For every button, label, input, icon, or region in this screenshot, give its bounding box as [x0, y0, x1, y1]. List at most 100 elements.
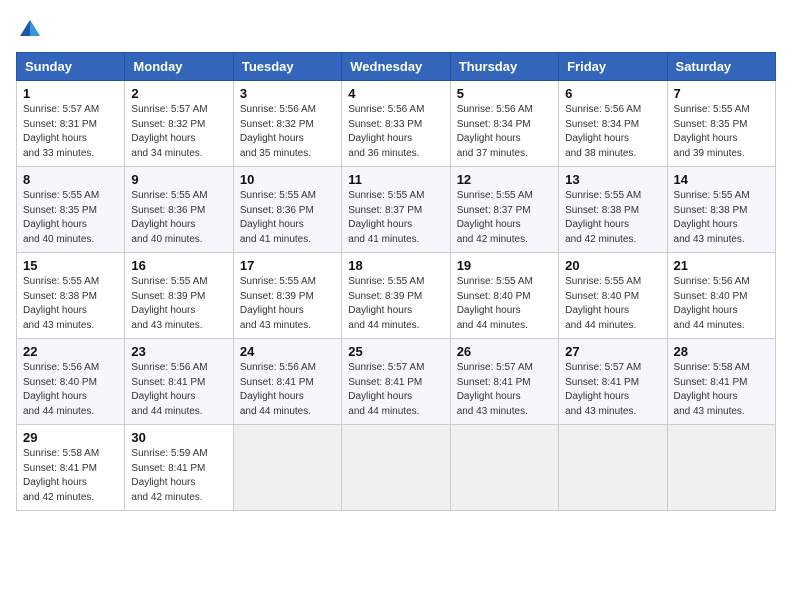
day-number: 28	[674, 344, 769, 359]
day-info: Sunrise: 5:55 AMSunset: 8:38 PMDaylight …	[565, 189, 660, 247]
calendar-day-cell: 14 Sunrise: 5:55 AMSunset: 8:38 PMDayligh…	[667, 167, 775, 253]
calendar-day-cell: 3Sunrise: 5:56 AMSunset: 8:32 PMDaylight…	[233, 81, 341, 167]
day-number: 13	[565, 172, 660, 187]
calendar-week-row: 1 Sunrise: 5:57 AMSunset: 8:31 PMDaylight…	[17, 81, 776, 167]
day-number: 9	[131, 172, 226, 187]
day-number: 19	[457, 258, 552, 273]
calendar-day-cell: 28 Sunrise: 5:58 AMSunset: 8:41 PMDayligh…	[667, 339, 775, 425]
calendar-day-cell: 27 Sunrise: 5:57 AMSunset: 8:41 PMDayligh…	[559, 339, 667, 425]
calendar-week-row: 8Sunrise: 5:55 AMSunset: 8:35 PMDaylight…	[17, 167, 776, 253]
day-number: 27	[565, 344, 660, 359]
calendar-day-cell: 7 Sunrise: 5:55 AMSunset: 8:35 PMDaylight…	[667, 81, 775, 167]
day-info: Sunrise: 5:55 AMSunset: 8:37 PMDaylight …	[348, 189, 443, 247]
day-number: 7	[674, 86, 769, 101]
day-info: Sunrise: 5:57 AMSunset: 8:41 PMDaylight …	[565, 361, 660, 419]
day-info: Sunrise: 5:55 AMSunset: 8:39 PMDaylight …	[240, 275, 335, 333]
calendar-week-row: 29 Sunrise: 5:58 AMSunset: 8:41 PMDayligh…	[17, 425, 776, 511]
day-info: Sunrise: 5:56 AMSunset: 8:34 PMDaylight …	[457, 103, 552, 161]
calendar-day-cell	[450, 425, 558, 511]
weekday-header: Tuesday	[233, 53, 341, 81]
calendar-day-cell: 15Sunrise: 5:55 AMSunset: 8:38 PMDayligh…	[17, 253, 125, 339]
day-info: Sunrise: 5:58 AMSunset: 8:41 PMDaylight …	[674, 361, 769, 419]
day-info: Sunrise: 5:57 AMSunset: 8:32 PMDaylight …	[131, 103, 226, 161]
day-info: Sunrise: 5:55 AMSunset: 8:40 PMDaylight …	[457, 275, 552, 333]
calendar-day-cell: 5 Sunrise: 5:56 AMSunset: 8:34 PMDaylight…	[450, 81, 558, 167]
day-number: 20	[565, 258, 660, 273]
calendar-week-row: 22 Sunrise: 5:56 AMSunset: 8:40 PMDayligh…	[17, 339, 776, 425]
day-info: Sunrise: 5:56 AMSunset: 8:40 PMDaylight …	[674, 275, 769, 333]
day-info: Sunrise: 5:55 AMSunset: 8:35 PMDaylight …	[674, 103, 769, 161]
day-number: 23	[131, 344, 226, 359]
day-info: Sunrise: 5:55 AMSunset: 8:37 PMDaylight …	[457, 189, 552, 247]
day-number: 15	[23, 258, 118, 273]
weekday-header: Thursday	[450, 53, 558, 81]
day-info: Sunrise: 5:56 AMSunset: 8:41 PMDaylight …	[131, 361, 226, 419]
day-number: 18	[348, 258, 443, 273]
day-info: Sunrise: 5:55 AMSunset: 8:36 PMDaylight …	[240, 189, 335, 247]
day-number: 25	[348, 344, 443, 359]
day-info: Sunrise: 5:58 AMSunset: 8:41 PMDaylight …	[23, 447, 118, 505]
calendar-day-cell: 24 Sunrise: 5:56 AMSunset: 8:41 PMDayligh…	[233, 339, 341, 425]
calendar-day-cell: 10Sunrise: 5:55 AMSunset: 8:36 PMDayligh…	[233, 167, 341, 253]
day-number: 4	[348, 86, 443, 101]
calendar-day-cell: 13 Sunrise: 5:55 AMSunset: 8:38 PMDayligh…	[559, 167, 667, 253]
calendar-day-cell: 30Sunrise: 5:59 AMSunset: 8:41 PMDayligh…	[125, 425, 233, 511]
day-number: 21	[674, 258, 769, 273]
day-number: 29	[23, 430, 118, 445]
calendar-day-cell: 6 Sunrise: 5:56 AMSunset: 8:34 PMDaylight…	[559, 81, 667, 167]
weekday-header: Sunday	[17, 53, 125, 81]
calendar-day-cell: 20 Sunrise: 5:55 AMSunset: 8:40 PMDayligh…	[559, 253, 667, 339]
day-number: 8	[23, 172, 118, 187]
calendar-day-cell: 11 Sunrise: 5:55 AMSunset: 8:37 PMDayligh…	[342, 167, 450, 253]
calendar-day-cell: 29 Sunrise: 5:58 AMSunset: 8:41 PMDayligh…	[17, 425, 125, 511]
calendar-day-cell: 16 Sunrise: 5:55 AMSunset: 8:39 PMDayligh…	[125, 253, 233, 339]
calendar-day-cell: 25 Sunrise: 5:57 AMSunset: 8:41 PMDayligh…	[342, 339, 450, 425]
day-number: 24	[240, 344, 335, 359]
calendar-day-cell: 12 Sunrise: 5:55 AMSunset: 8:37 PMDayligh…	[450, 167, 558, 253]
calendar-day-cell	[667, 425, 775, 511]
calendar-day-cell: 26 Sunrise: 5:57 AMSunset: 8:41 PMDayligh…	[450, 339, 558, 425]
day-number: 22	[23, 344, 118, 359]
weekday-header: Saturday	[667, 53, 775, 81]
weekday-header: Friday	[559, 53, 667, 81]
calendar-day-cell: 18 Sunrise: 5:55 AMSunset: 8:39 PMDayligh…	[342, 253, 450, 339]
calendar-day-cell: 23 Sunrise: 5:56 AMSunset: 8:41 PMDayligh…	[125, 339, 233, 425]
day-number: 1	[23, 86, 118, 101]
calendar-header-row: SundayMondayTuesdayWednesdayThursdayFrid…	[17, 53, 776, 81]
day-info: Sunrise: 5:56 AMSunset: 8:40 PMDaylight …	[23, 361, 118, 419]
day-info: Sunrise: 5:55 AMSunset: 8:39 PMDaylight …	[348, 275, 443, 333]
logo-icon	[16, 16, 44, 44]
day-info: Sunrise: 5:55 AMSunset: 8:39 PMDaylight …	[131, 275, 226, 333]
day-number: 16	[131, 258, 226, 273]
day-number: 11	[348, 172, 443, 187]
day-info: Sunrise: 5:57 AMSunset: 8:41 PMDaylight …	[348, 361, 443, 419]
calendar-week-row: 15Sunrise: 5:55 AMSunset: 8:38 PMDayligh…	[17, 253, 776, 339]
calendar-day-cell: 22 Sunrise: 5:56 AMSunset: 8:40 PMDayligh…	[17, 339, 125, 425]
day-info: Sunrise: 5:56 AMSunset: 8:41 PMDaylight …	[240, 361, 335, 419]
logo	[16, 16, 48, 44]
calendar-day-cell: 4 Sunrise: 5:56 AMSunset: 8:33 PMDaylight…	[342, 81, 450, 167]
day-info: Sunrise: 5:55 AMSunset: 8:38 PMDaylight …	[674, 189, 769, 247]
calendar-day-cell: 21 Sunrise: 5:56 AMSunset: 8:40 PMDayligh…	[667, 253, 775, 339]
calendar-day-cell: 19 Sunrise: 5:55 AMSunset: 8:40 PMDayligh…	[450, 253, 558, 339]
page-header	[16, 16, 776, 44]
day-info: Sunrise: 5:57 AMSunset: 8:41 PMDaylight …	[457, 361, 552, 419]
calendar-day-cell: 2 Sunrise: 5:57 AMSunset: 8:32 PMDaylight…	[125, 81, 233, 167]
day-number: 17	[240, 258, 335, 273]
day-number: 3	[240, 86, 335, 101]
calendar-day-cell	[559, 425, 667, 511]
day-number: 2	[131, 86, 226, 101]
calendar-day-cell	[233, 425, 341, 511]
day-number: 12	[457, 172, 552, 187]
day-info: Sunrise: 5:56 AMSunset: 8:33 PMDaylight …	[348, 103, 443, 161]
day-number: 14	[674, 172, 769, 187]
day-info: Sunrise: 5:55 AMSunset: 8:36 PMDaylight …	[131, 189, 226, 247]
day-info: Sunrise: 5:55 AMSunset: 8:40 PMDaylight …	[565, 275, 660, 333]
calendar-day-cell: 17 Sunrise: 5:55 AMSunset: 8:39 PMDayligh…	[233, 253, 341, 339]
day-info: Sunrise: 5:57 AMSunset: 8:31 PMDaylight …	[23, 103, 118, 161]
day-number: 6	[565, 86, 660, 101]
day-info: Sunrise: 5:56 AMSunset: 8:34 PMDaylight …	[565, 103, 660, 161]
day-number: 5	[457, 86, 552, 101]
calendar-day-cell	[342, 425, 450, 511]
day-number: 26	[457, 344, 552, 359]
